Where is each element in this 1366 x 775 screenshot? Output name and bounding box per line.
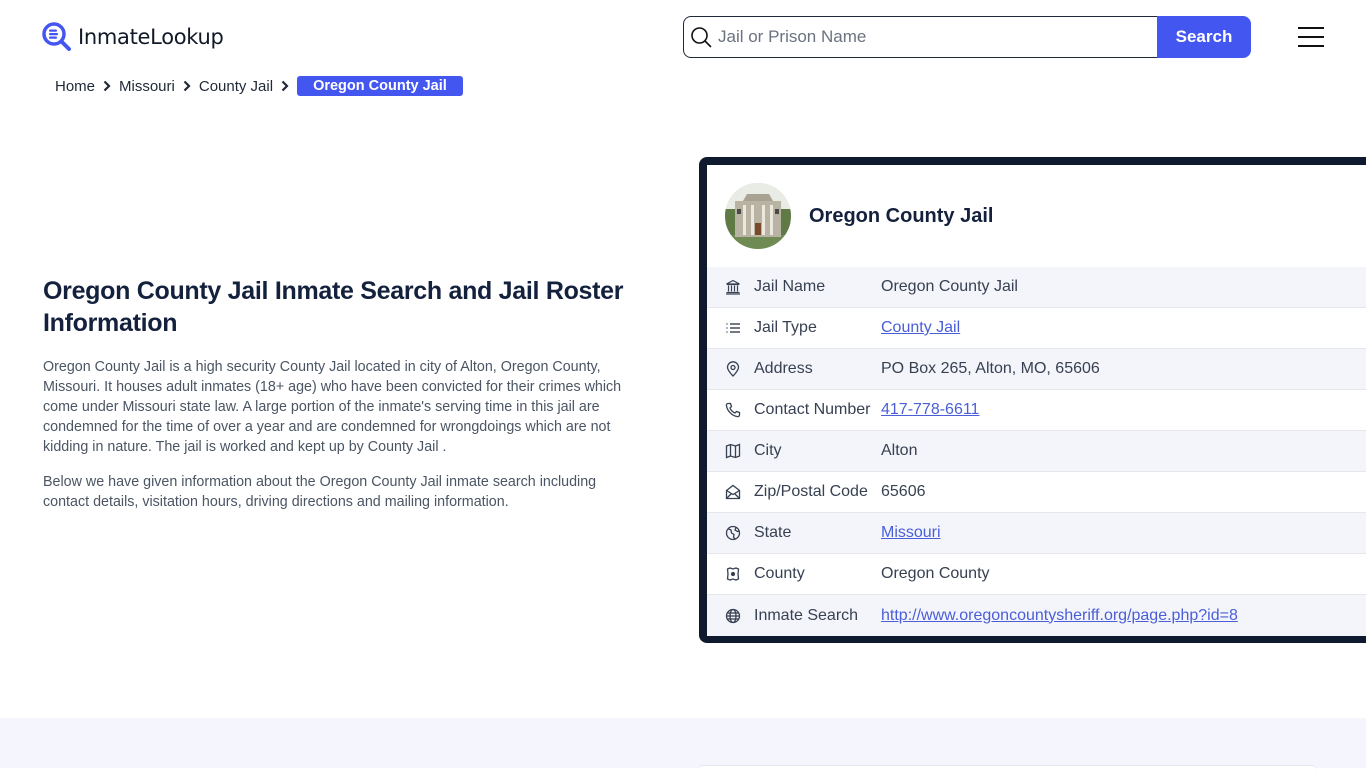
- page-title: Oregon County Jail Inmate Search and Jai…: [43, 277, 624, 337]
- globe-region-icon: [724, 524, 742, 542]
- state-link[interactable]: Missouri: [881, 524, 941, 542]
- info-row-inmate-search: Inmate Search http://www.oregoncountyshe…: [707, 595, 1366, 636]
- search-field: [683, 16, 1157, 58]
- chevron-right-icon: [183, 80, 191, 92]
- breadcrumb: Home Missouri County Jail Oregon County …: [55, 76, 463, 96]
- map-icon: [724, 442, 742, 460]
- info-row-contact-number: Contact Number 417-778-6611: [707, 390, 1366, 431]
- row-value: Oregon County: [881, 565, 990, 582]
- list-icon: [724, 319, 742, 337]
- intro-paragraph: Below we have given information about th…: [43, 474, 597, 510]
- jail-photo: [725, 183, 791, 249]
- jail-info-card: Oregon County Jail Jail Name Oregon Coun…: [699, 157, 1366, 643]
- row-value: Oregon County Jail: [881, 278, 1018, 295]
- search-icon: [691, 27, 712, 48]
- chevron-right-icon: [281, 80, 289, 92]
- row-label: Jail Name: [754, 278, 826, 295]
- info-row-jail-name: Jail Name Oregon County Jail: [707, 267, 1366, 308]
- building-icon: [724, 278, 742, 296]
- info-row-city: City Alton: [707, 431, 1366, 472]
- breadcrumb-county-jail[interactable]: County Jail: [199, 78, 273, 95]
- row-label: Zip/Postal Code: [754, 483, 868, 500]
- hamburger-icon[interactable]: [1298, 27, 1324, 47]
- search-button[interactable]: Search: [1157, 16, 1251, 58]
- row-value: PO Box 265, Alton, MO, 65606: [881, 360, 1100, 377]
- site-header: InmateLookup Search: [0, 0, 1366, 70]
- intro-section: Oregon County Jail Inmate Search and Jai…: [43, 275, 643, 512]
- info-row-zip: Zip/Postal Code 65606: [707, 472, 1366, 513]
- info-row-county: County Oregon County: [707, 554, 1366, 595]
- row-label: Jail Type: [754, 319, 817, 336]
- mail-open-icon: [724, 483, 742, 501]
- row-value: Alton: [881, 442, 918, 459]
- map-pin-square-icon: [724, 565, 742, 583]
- chevron-right-icon: [103, 80, 111, 92]
- lower-card-edge: [697, 765, 1317, 775]
- jail-type-link[interactable]: County Jail: [881, 319, 960, 337]
- magnifier-logo-icon: [42, 22, 72, 52]
- breadcrumb-home[interactable]: Home: [55, 78, 95, 95]
- row-label: County: [754, 565, 805, 582]
- breadcrumb-missouri[interactable]: Missouri: [119, 78, 175, 95]
- row-value: 65606: [881, 483, 926, 500]
- row-label: Address: [754, 360, 813, 377]
- lower-section: [0, 718, 1366, 768]
- info-row-jail-type: Jail Type County Jail: [707, 308, 1366, 349]
- inmate-search-link[interactable]: http://www.oregoncountysheriff.org/page.…: [881, 607, 1238, 625]
- row-label: Contact Number: [754, 401, 871, 418]
- jail-info-card-body: Oregon County Jail Jail Name Oregon Coun…: [707, 165, 1366, 636]
- card-header: Oregon County Jail: [707, 165, 1366, 267]
- location-pin-icon: [724, 360, 742, 378]
- row-label: State: [754, 524, 792, 541]
- search-form: Search: [683, 16, 1251, 58]
- hamburger-line: [1298, 36, 1324, 38]
- phone-link[interactable]: 417-778-6611: [881, 401, 979, 419]
- phone-icon: [724, 401, 742, 419]
- hamburger-line: [1298, 27, 1324, 29]
- hamburger-line: [1298, 45, 1324, 47]
- globe-icon: [724, 607, 742, 625]
- row-label: City: [754, 442, 782, 459]
- card-title: Oregon County Jail: [809, 204, 994, 227]
- info-row-address: Address PO Box 265, Alton, MO, 65606: [707, 349, 1366, 390]
- logo[interactable]: InmateLookup: [42, 22, 224, 52]
- intro-paragraph: Oregon County Jail is a high security Co…: [43, 359, 622, 455]
- search-input[interactable]: [718, 27, 1138, 47]
- info-table: Jail Name Oregon County Jail Jail Type C…: [707, 267, 1366, 636]
- row-label: Inmate Search: [754, 606, 859, 624]
- info-row-state: State Missouri: [707, 513, 1366, 554]
- brand-name: InmateLookup: [78, 25, 224, 49]
- breadcrumb-current: Oregon County Jail: [297, 76, 463, 96]
